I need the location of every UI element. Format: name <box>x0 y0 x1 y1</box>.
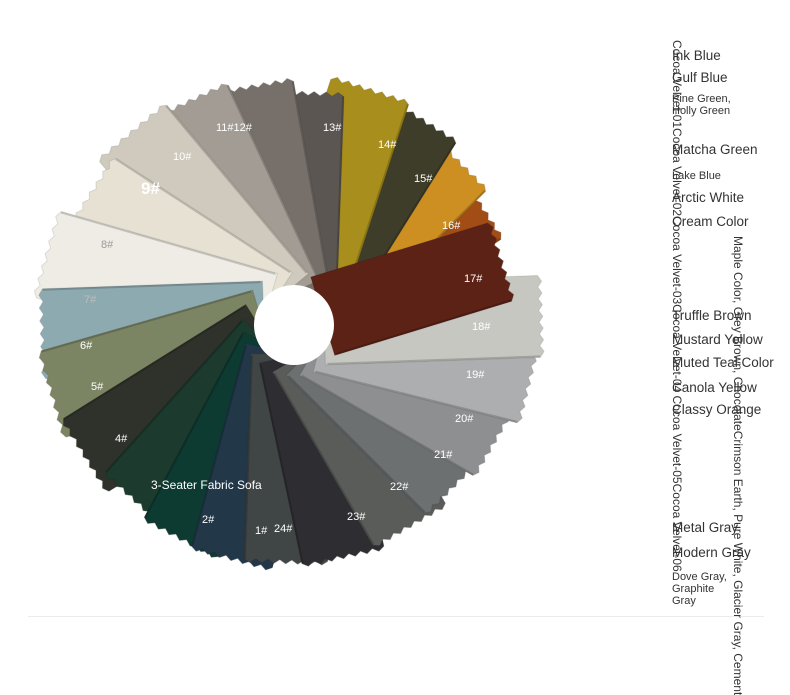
swatch-label-7: 7# <box>84 294 97 306</box>
swatch-label-4: 4# <box>115 433 128 445</box>
swatch-label-18: 18# <box>472 321 491 333</box>
swatch-label-5: 5# <box>91 381 104 393</box>
swatch-label-11-12: 11#12# <box>216 122 253 134</box>
swatch-label-6: 6# <box>80 340 93 352</box>
swatch-label-16: 16# <box>442 220 461 232</box>
color-dove-gray: Dove Gray, Graphite Gray <box>672 571 727 607</box>
fabric-swatch-wheel: 1# 2# 3-Seater Fabric Sofa 4# 5# 6# 7# 8… <box>33 76 545 571</box>
wheel-center-hole <box>254 285 334 365</box>
swatch-label-19: 19# <box>466 369 485 381</box>
swatch-label-24: 24# <box>274 523 293 535</box>
sofa-caption: 3-Seater Fabric Sofa <box>151 478 262 492</box>
swatch-label-10: 10# <box>173 151 192 163</box>
swatch-label-17: 17# <box>464 273 483 285</box>
swatch-label-2: 2# <box>202 514 215 526</box>
swatch-label-15: 15# <box>414 173 433 185</box>
swatch-label-14: 14# <box>378 139 397 151</box>
color-name-list: Ink Blue Gulf Blue Pine Green, Holly Gre… <box>670 0 790 668</box>
cocoa-velvet-vertical-text: Cocoa Velvet-01Cocoa Velvet-02Cocoa Velv… <box>670 40 684 572</box>
swatch-label-20: 20# <box>455 413 474 425</box>
bottom-divider <box>28 616 764 617</box>
swatch-label-9: 9# <box>141 179 160 198</box>
swatch-label-21: 21# <box>434 449 453 461</box>
swatch-label-8: 8# <box>101 239 114 251</box>
maple-color-vertical-text: Maple Color, Grey Brown, ChocolateCrimso… <box>731 236 745 695</box>
swatch-label-22: 22# <box>390 481 409 493</box>
color-mustard-yellow: Mustard Yellow <box>672 332 763 347</box>
swatch-label-23: 23# <box>347 511 366 523</box>
color-classy-orange: Classy Orange <box>672 402 762 417</box>
swatch-label-13: 13# <box>323 122 342 134</box>
swatch-label-1: 1# <box>255 525 268 537</box>
color-matcha-green: Matcha Green <box>672 142 758 157</box>
color-muted-teal: Muted Teal Color <box>672 355 774 370</box>
